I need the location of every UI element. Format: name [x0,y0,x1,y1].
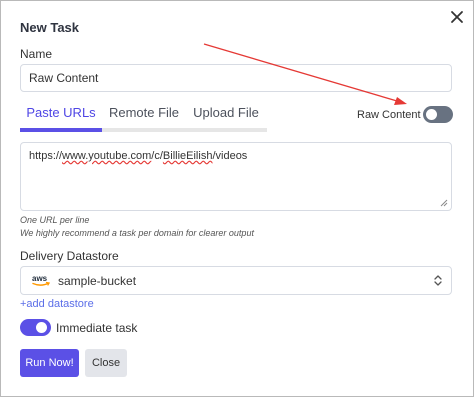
tab-upload-file[interactable]: Upload File [188,99,264,128]
close-button[interactable]: Close [85,349,127,377]
datastore-select[interactable]: aws sample-bucket [20,266,452,295]
url-domain: www.youtube.com [62,150,152,162]
immediate-task-label: Immediate task [56,321,138,335]
dialog-title: New Task [20,20,80,35]
aws-logo: aws [32,274,50,286]
raw-content-toggle[interactable] [423,106,453,123]
name-label: Name [20,47,53,61]
name-input[interactable]: Raw Content [20,64,452,92]
raw-content-label: Raw Content [357,109,421,121]
url-channel: BillieEilish [162,150,213,162]
close-icon[interactable] [449,9,465,25]
url-prefix: https:// [29,150,63,162]
toggle-knob [36,322,47,333]
urls-textarea[interactable]: https://www.youtube.com/c/BillieEilish/v… [20,142,452,211]
url-path: /c/ [151,150,163,162]
hint-one-url: One URL per line [20,215,90,225]
chevron-updown-icon [434,275,442,286]
source-tabs: Paste URLs Remote File Upload File [20,99,267,132]
toggle-knob [426,109,437,120]
datastore-value: sample-bucket [58,274,137,288]
url-suffix: /videos [212,150,248,162]
tab-remote-file[interactable]: Remote File [106,99,182,128]
svg-text:aws: aws [32,274,48,283]
add-datastore-link[interactable]: +add datastore [20,298,94,310]
new-task-dialog: New Task Name Raw Content Paste URLs Rem… [0,0,474,397]
datastore-label: Delivery Datastore [20,249,119,263]
tab-paste-urls[interactable]: Paste URLs [20,99,102,128]
run-now-button[interactable]: Run Now! [20,349,79,377]
active-tab-indicator [20,128,102,132]
hint-recommend: We highly recommend a task per domain fo… [20,228,254,238]
resize-grip-icon[interactable] [440,199,448,207]
immediate-task-toggle[interactable] [20,319,51,336]
